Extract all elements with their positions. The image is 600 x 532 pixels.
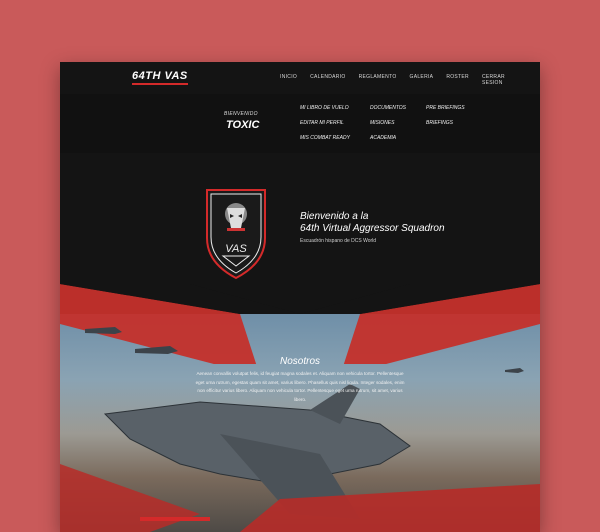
user-name: TOXIC [226, 119, 260, 131]
menu-briefings[interactable]: BRIEFINGS [426, 120, 465, 126]
nav-roster[interactable]: ROSTER [446, 74, 469, 86]
menu-misiones[interactable]: MISIONES [370, 120, 406, 126]
main-nav: INICIO CALENDARIO REGLAMENTO GALERIA ROS… [280, 74, 540, 86]
top-navbar: 64TH VAS INICIO CALENDARIO REGLAMENTO GA… [60, 62, 540, 94]
menu-academia[interactable]: ACADEMIA [370, 135, 406, 141]
menu-pre-briefings[interactable]: PRE BRIEFINGS [426, 105, 465, 111]
nav-inicio[interactable]: INICIO [280, 74, 297, 86]
menu-mi-libro-de-vuelo[interactable]: MI LIBRO DE VUELO [300, 105, 350, 111]
nav-galeria[interactable]: GALERIA [410, 74, 434, 86]
jets-illustration [60, 327, 540, 532]
emblem-text: VAS [225, 243, 247, 255]
about-title: Nosotros [279, 356, 320, 367]
site-logo[interactable]: 64TH VAS [132, 70, 188, 85]
bottom-accent [140, 517, 210, 521]
hero-title-line-2: 64th Virtual Aggressor Squadron [300, 223, 445, 234]
menu-documentos[interactable]: DOCUMENTOS [370, 105, 406, 111]
about-text: Aenean convallis volutpat felis, id feug… [195, 371, 405, 402]
submenu-col-2: DOCUMENTOS MISIONES ACADEMIA [370, 105, 406, 141]
nav-reglamento[interactable]: REGLAMENTO [359, 74, 397, 86]
hero-subtitle: Escuadrón hispano de DCS World [300, 238, 377, 244]
nav-cerrar-sesion[interactable]: CERRAR SESION [482, 74, 527, 86]
menu-mis-combat-ready[interactable]: MIS COMBAT READY [300, 135, 350, 141]
submenu-col-3: PRE BRIEFINGS BRIEFINGS [426, 105, 465, 126]
hero-title-line-1: Bienvenido a la [300, 211, 369, 222]
hero-title: Bienvenido a la 64th Virtual Aggressor S… [300, 211, 445, 235]
welcome-label: BIENVENIDO [224, 111, 258, 117]
website-page: 64TH VAS INICIO CALENDARIO REGLAMENTO GA… [60, 62, 540, 532]
menu-editar-mi-perfil[interactable]: EDITAR MI PERFIL [300, 120, 350, 126]
submenu-col-1: MI LIBRO DE VUELO EDITAR MI PERFIL MIS C… [300, 105, 350, 141]
squadron-emblem-icon: VAS [206, 189, 266, 280]
nav-calendario[interactable]: CALENDARIO [310, 74, 346, 86]
